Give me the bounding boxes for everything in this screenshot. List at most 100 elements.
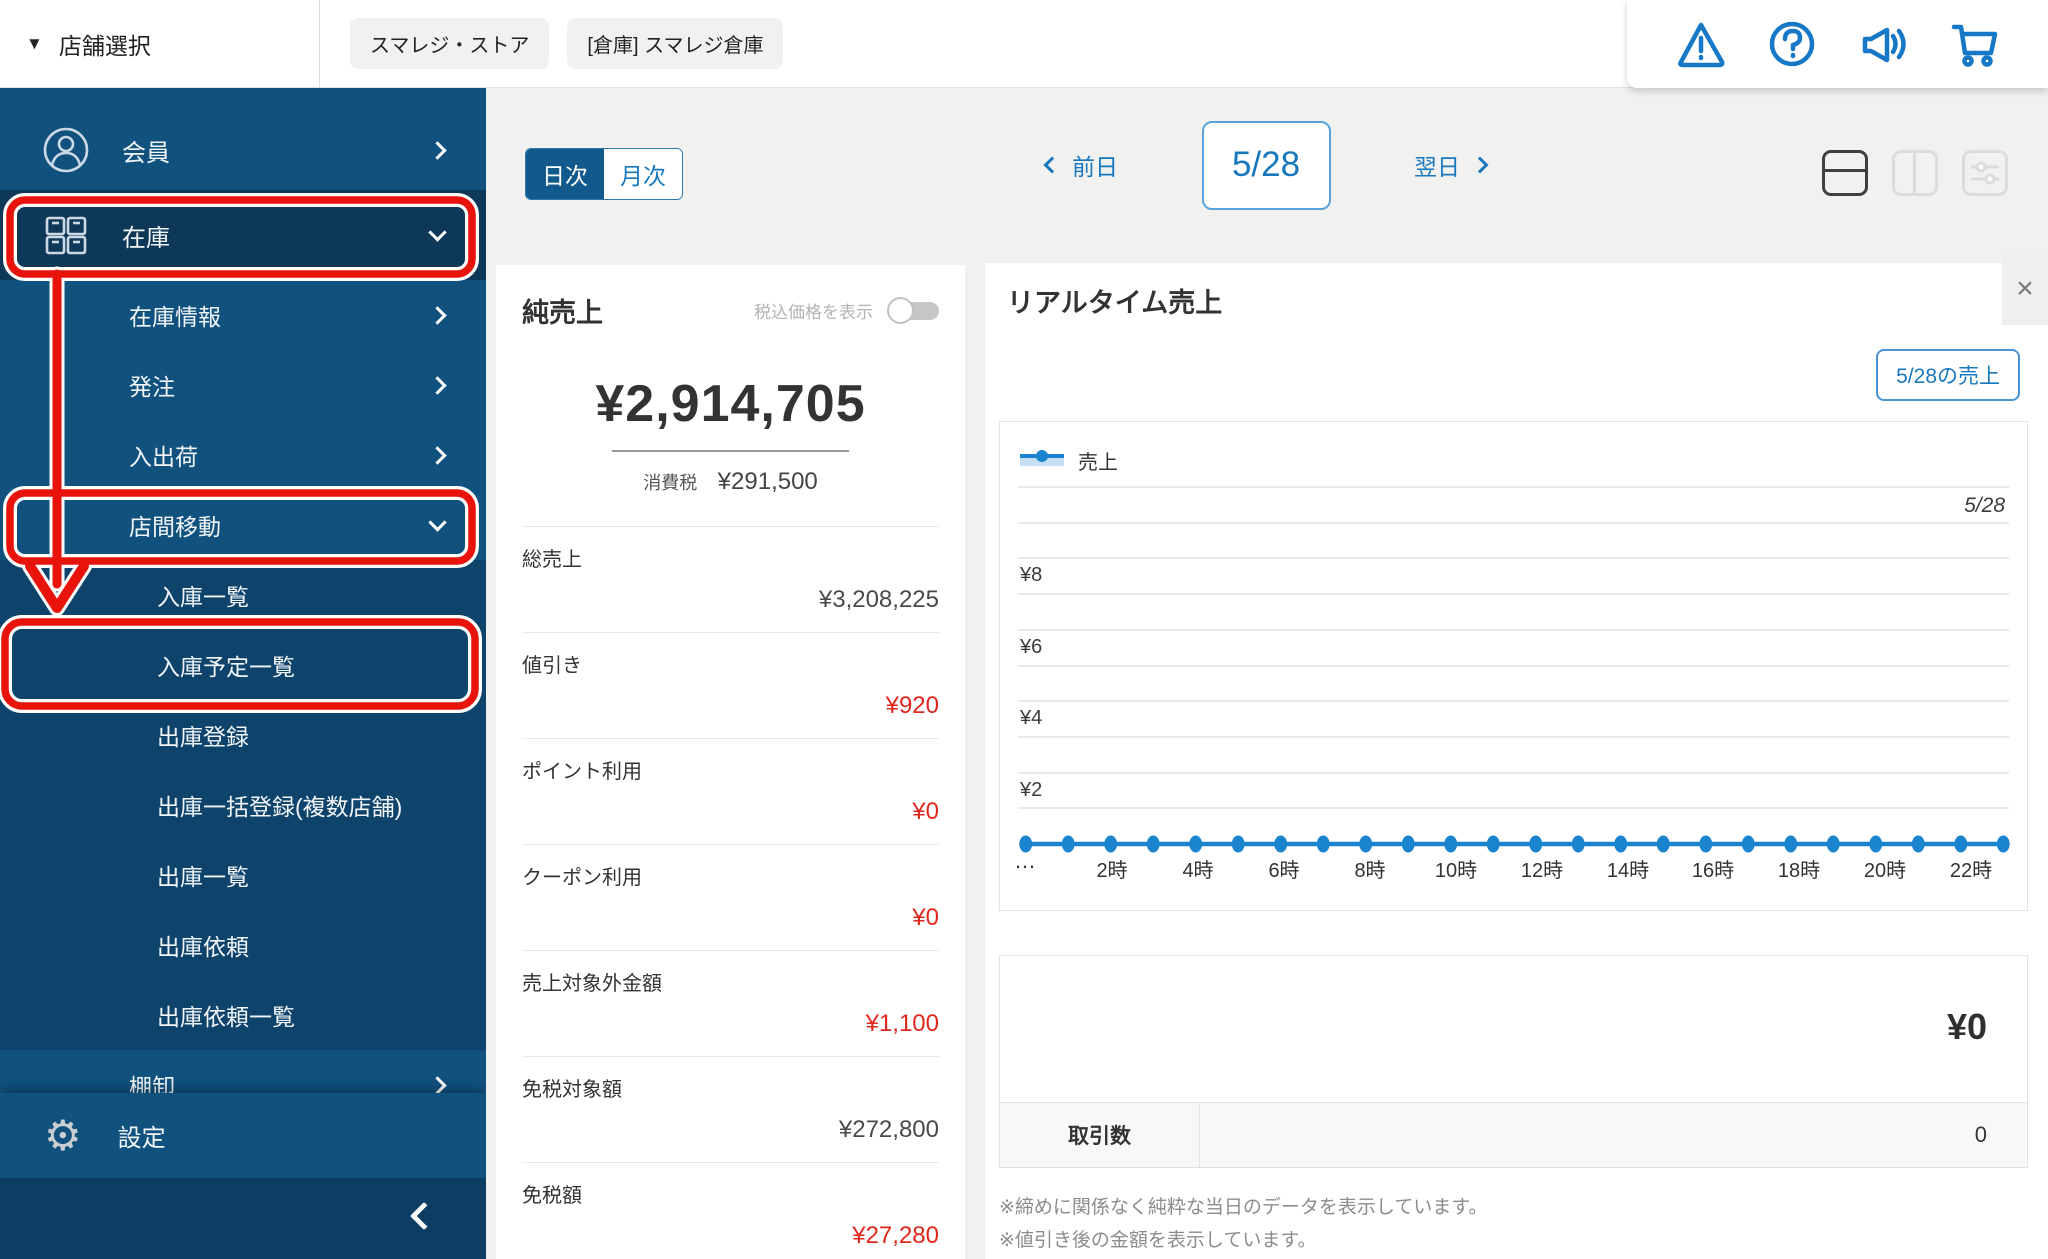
transactions-count-label: 取引数 — [1000, 1103, 1200, 1167]
chevron-right-icon — [428, 375, 447, 395]
realtime-sales-panel: × リアルタイム売上 5/28の売上 売上 5/28 ¥8 ¥6 ¥4 ¥2 …… — [985, 253, 2048, 1259]
cart-icon[interactable] — [1948, 18, 2000, 70]
close-icon[interactable]: × — [2002, 253, 2048, 325]
date-picker[interactable]: 5/28 — [1201, 120, 1331, 210]
sidebar-item-label: 在庫 — [122, 224, 170, 252]
transactions-summary: ¥0 取引数 0 — [999, 955, 2028, 1168]
main-content: 日次 月次 前日 5/28 翌日 純売上 税込価格を表示 ¥2,914,705 … — [486, 88, 2048, 1259]
alert-icon[interactable] — [1675, 18, 1727, 70]
net-sales-amount: ¥2,914,705 — [595, 375, 866, 433]
chevron-left-icon — [1043, 156, 1061, 174]
announcement-icon[interactable] — [1857, 18, 1909, 70]
next-day-button[interactable]: 翌日 — [1414, 148, 1489, 182]
sidebar-item-outgoing-request-list[interactable]: 出庫依頼一覧 — [0, 980, 486, 1050]
stat-label: 免税対象額 — [522, 1079, 622, 1101]
sidebar-item-label: 在庫情報 — [129, 304, 221, 330]
sidebar-item-in-out-shipping[interactable]: 入出荷 — [0, 420, 486, 490]
stat-row-points-used: ポイント利用 ¥0 — [522, 738, 939, 844]
chevron-down-icon — [428, 512, 447, 532]
chevron-right-icon — [428, 445, 447, 465]
transactions-count-value: 0 — [1974, 1122, 1987, 1147]
sidebar-item-label: 出庫依頼一覧 — [157, 1004, 295, 1030]
legend-label: 売上 — [1078, 452, 1118, 474]
store-tags: スマレジ・ストア [倉庫] スマレジ倉庫 — [350, 18, 1627, 69]
sidebar-item-incoming-list[interactable]: 入庫一覧 — [0, 560, 486, 630]
x-axis-tick: 8時 — [1354, 860, 1386, 882]
tab-daily[interactable]: 日次 — [526, 149, 604, 199]
user-icon — [40, 124, 92, 176]
sidebar-item-label: 設定 — [117, 1125, 166, 1152]
vertical-split-layout-icon[interactable] — [1892, 150, 1938, 196]
sidebar-item-outgoing-request[interactable]: 出庫依頼 — [0, 910, 486, 980]
stat-value: ¥3,208,225 — [818, 586, 939, 613]
stat-label: クーポン利用 — [522, 867, 642, 889]
x-axis-tick: 2時 — [1096, 860, 1128, 882]
sidebar-item-ordering[interactable]: 発注 — [0, 350, 486, 420]
realtime-title: リアルタイム売上 — [1007, 288, 1223, 318]
layout-switcher — [1822, 150, 2008, 196]
sidebar-item-outgoing-bulk-register[interactable]: 出庫一括登録(複数店舗) — [0, 770, 486, 840]
sidebar-item-settings[interactable]: ⚙ 設定 — [0, 1093, 486, 1178]
tax-included-toggle[interactable] — [887, 297, 939, 324]
sidebar-item-label: 店間移動 — [129, 514, 221, 540]
prev-day-label: 前日 — [1072, 154, 1118, 180]
consumption-tax-label: 消費税 — [643, 473, 698, 493]
x-axis-tick: 14時 — [1606, 860, 1650, 882]
stat-row-tax-free-amount: 免税額 ¥27,280 — [522, 1162, 939, 1259]
horizontal-split-layout-icon[interactable] — [1822, 150, 1868, 196]
sidebar: 会員 在庫 在庫情報 発注 入出荷 店間移動 入庫一覧 入庫予定一覧 出庫登録 … — [0, 88, 486, 1259]
day-sales-button[interactable]: 5/28の売上 — [1876, 349, 2020, 401]
x-axis-tick: 22時 — [1949, 860, 1993, 882]
sidebar-item-members[interactable]: 会員 — [0, 115, 486, 185]
stat-row-discount: 値引き ¥920 — [522, 632, 939, 738]
layout-settings-icon[interactable] — [1962, 150, 2008, 196]
chevron-right-icon — [1471, 156, 1489, 174]
sidebar-item-inventory-info[interactable]: 在庫情報 — [0, 280, 486, 350]
caret-down-icon: ▼ — [26, 33, 43, 53]
store-selector-label: 店舗選択 — [58, 32, 151, 59]
toggle-knob — [887, 297, 914, 324]
sidebar-item-inventory[interactable]: 在庫 — [0, 190, 486, 280]
legend-sales[interactable]: 売上 — [1020, 450, 1118, 475]
sidebar-item-label: 会員 — [122, 139, 170, 167]
stat-label: 売上対象外金額 — [522, 973, 662, 995]
sidebar-item-label: 出庫一覧 — [157, 864, 249, 890]
warehouse-tag[interactable]: [倉庫] スマレジ倉庫 — [567, 18, 784, 69]
period-toggle: 日次 月次 — [525, 148, 683, 200]
sidebar-item-outgoing-list[interactable]: 出庫一覧 — [0, 840, 486, 910]
transactions-total-amount: ¥0 — [1946, 1006, 1987, 1047]
inventory-drawers-icon — [40, 209, 92, 261]
net-sales-panel: 純売上 税込価格を表示 ¥2,914,705 消費税 ¥291,500 総売上 — [496, 265, 965, 1259]
stat-label: ポイント利用 — [522, 761, 642, 783]
stat-label: 総売上 — [522, 549, 582, 571]
tab-monthly[interactable]: 月次 — [604, 149, 682, 199]
store-selector[interactable]: ▼ 店舗選択 — [0, 0, 320, 88]
sales-breakdown-list: 総売上 ¥3,208,225 値引き ¥920 ポイント利用 ¥0 クーポン利用… — [522, 526, 939, 1259]
y-axis-tick: ¥8 — [1020, 564, 1043, 586]
footnote: ※締めに関係なく純粋な当日のデータを表示しています。 — [999, 1197, 1488, 1218]
y-axis-tick: ¥2 — [1020, 779, 1043, 801]
sidebar-item-label: 出庫一括登録(複数店舗) — [157, 794, 403, 820]
chart-canvas — [1017, 486, 2010, 853]
stat-value: ¥0 — [912, 904, 939, 931]
stat-row-tax-free-target: 免税対象額 ¥272,800 — [522, 1056, 939, 1162]
app-screen: ▼ 店舗選択 スマレジ・ストア [倉庫] スマレジ倉庫 会員 在庫 在庫情報 発… — [0, 0, 2048, 1259]
chevron-down-icon — [428, 222, 447, 242]
help-icon[interactable] — [1766, 18, 1818, 70]
x-axis-tick: 18時 — [1777, 860, 1821, 882]
chevron-right-icon — [428, 305, 447, 325]
sidebar-item-label: 発注 — [129, 374, 175, 400]
divider — [612, 450, 849, 452]
x-axis-tick: 20時 — [1863, 860, 1907, 882]
sidebar-item-outgoing-register[interactable]: 出庫登録 — [0, 700, 486, 770]
top-bar: ▼ 店舗選択 スマレジ・ストア [倉庫] スマレジ倉庫 — [0, 0, 2048, 88]
x-axis-tick: 12時 — [1520, 860, 1564, 882]
sidebar-item-store-transfer[interactable]: 店間移動 — [0, 490, 486, 560]
sidebar-collapse-button[interactable] — [0, 1178, 486, 1259]
store-tag[interactable]: スマレジ・ストア — [350, 18, 550, 69]
sidebar-item-incoming-schedule-list[interactable]: 入庫予定一覧 — [0, 630, 486, 700]
prev-day-button[interactable]: 前日 — [1043, 148, 1118, 182]
sidebar-item-label: 出庫依頼 — [157, 934, 249, 960]
stat-label: 値引き — [522, 655, 582, 677]
sidebar-item-label: 入庫予定一覧 — [157, 654, 295, 680]
